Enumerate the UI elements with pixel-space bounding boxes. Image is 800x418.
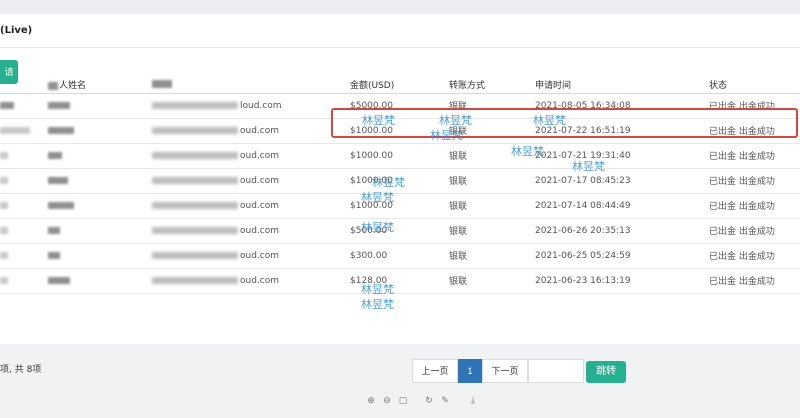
watermark: 林昱梵	[361, 283, 394, 296]
amount-cell: $300.00	[350, 243, 449, 269]
col-blank	[0, 77, 48, 94]
col-time: 申请时间	[535, 77, 709, 94]
page-jump-input[interactable]	[528, 359, 584, 383]
fit-icon[interactable]: ▢	[398, 396, 408, 406]
edit-icon[interactable]: ✎	[440, 396, 450, 406]
time-cell: 2021-06-26 20:35:13	[535, 218, 709, 244]
card-title-text: (Live)	[0, 25, 33, 36]
watermark: 林昱梵	[362, 114, 395, 127]
rotate-icon[interactable]: ↻	[424, 396, 434, 406]
watermark: 林昱梵	[361, 298, 394, 311]
amount-cell: $1000.00	[350, 143, 449, 169]
watermark: 林昱梵	[572, 160, 605, 173]
col-email	[152, 77, 350, 94]
watermark: 林昱梵	[430, 129, 463, 142]
zoom-out-icon[interactable]: ⊖	[382, 396, 392, 406]
method-cell: 银联	[449, 243, 535, 269]
table-row: oud.com $128.00 银联 2021-06-23 16:13:19 已…	[0, 268, 800, 294]
status-cell: 已出金 出金成功	[709, 143, 800, 169]
prev-page-button[interactable]: 上一页	[412, 359, 458, 383]
table-row: oud.com $1000.00 银联 2021-07-14 08:44:49 …	[0, 193, 800, 219]
page-1-button[interactable]: 1	[458, 359, 482, 383]
status-cell: 已出金 出金成功	[709, 193, 800, 219]
email-cell: loud.com	[240, 100, 282, 111]
email-cell: oud.com	[240, 200, 280, 211]
time-cell: 2021-07-21 19:31:40	[535, 143, 709, 169]
status-cell: 已出金 出金成功	[709, 218, 800, 244]
image-toolbar: ⊕ ⊖ ▢ ↻ ✎ ⤓	[366, 396, 478, 406]
download-icon[interactable]: ⤓	[468, 396, 478, 406]
email-cell: oud.com	[240, 250, 280, 261]
status-cell: 已出金 出金成功	[709, 168, 800, 194]
col-amount: 金额(USD)	[350, 77, 449, 94]
zoom-in-icon[interactable]: ⊕	[366, 396, 376, 406]
pagination-summary: 项, 共 8项	[0, 365, 42, 375]
col-method: 转账方式	[449, 77, 535, 94]
email-cell: oud.com	[240, 125, 280, 136]
method-cell: 银联	[449, 218, 535, 244]
table-row: oud.com $500.00 银联 2021-06-26 20:35:13 已…	[0, 218, 800, 244]
status-cell: 已出金 出金成功	[709, 243, 800, 269]
method-cell: 银联	[449, 193, 535, 219]
watermark: 林昱梵	[361, 221, 394, 234]
col-name: 人姓名	[48, 77, 152, 94]
table-row: oud.com $300.00 银联 2021-06-25 05:24:59 已…	[0, 243, 800, 269]
watermark: 林昱梵	[533, 114, 566, 127]
method-cell: 银联	[449, 268, 535, 294]
table-header-row: 人姓名 金额(USD) 转账方式 申请时间 状态	[0, 77, 800, 94]
jump-button[interactable]: 跳转	[586, 361, 626, 383]
time-cell: 2021-07-17 08:45:23	[535, 168, 709, 194]
watermark: 林昱梵	[511, 145, 544, 158]
method-cell: 银联	[449, 168, 535, 194]
email-cell: oud.com	[240, 275, 280, 286]
watermark: 林昱梵	[439, 114, 472, 127]
col-status: 状态	[709, 77, 800, 94]
time-cell: 2021-06-23 16:13:19	[535, 268, 709, 294]
table-row: oud.com $1000.00 银联 2021-07-21 19:31:40 …	[0, 143, 800, 169]
card-title: (Live)	[0, 22, 800, 48]
status-cell: 已出金 出金成功	[709, 268, 800, 294]
email-cell: oud.com	[240, 175, 280, 186]
next-page-button[interactable]: 下一页	[482, 359, 528, 383]
watermark: 林昱梵	[372, 176, 405, 189]
watermark: 林昱梵	[361, 191, 394, 204]
time-cell: 2021-06-25 05:24:59	[535, 243, 709, 269]
email-cell: oud.com	[240, 225, 280, 236]
top-strip	[0, 0, 800, 14]
email-cell: oud.com	[240, 150, 280, 161]
pagination: 上一页 1 下一页	[412, 359, 584, 383]
time-cell: 2021-07-14 08:44:49	[535, 193, 709, 219]
